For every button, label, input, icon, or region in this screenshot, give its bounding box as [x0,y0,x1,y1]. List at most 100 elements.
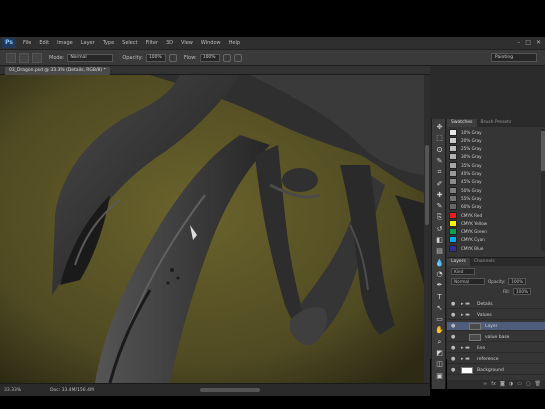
layer-row[interactable]: ● ▸ ▬ line [447,344,545,353]
new-layer-icon[interactable]: ▢ [526,380,531,389]
layer-kind-filter[interactable]: Kind [451,268,475,275]
link-icon[interactable]: ∞ [483,380,487,389]
swatch-item[interactable]: CMYK Cyan [449,236,539,244]
visibility-eye-icon[interactable]: ● [451,366,455,375]
swatch-item[interactable]: 25% Gray [449,145,539,153]
layer-row[interactable]: ● Layer [447,322,545,331]
swatch-item[interactable]: 30% Gray [449,153,539,161]
menu-3d[interactable]: 3D [162,40,177,46]
menu-file[interactable]: File [19,40,35,46]
dodge-icon[interactable]: ◔ [435,270,444,278]
menu-layer[interactable]: Layer [77,40,99,46]
layer-opacity-field[interactable]: 100% [508,278,527,285]
layer-row[interactable]: ● ▸ ▬ reference [447,355,545,364]
layer-row[interactable]: ● ▸ ▬ Details [447,300,545,309]
brush-settings-icon[interactable] [19,52,29,63]
pressure-size-icon[interactable] [233,53,242,62]
trash-icon[interactable]: 🗑 [535,380,541,389]
fx-icon[interactable]: fx [491,380,496,389]
eyedropper-icon[interactable]: ✐ [435,180,444,188]
marquee-icon[interactable]: ⬚ [435,134,444,142]
folder-icon[interactable]: ▸ ▬ [461,355,470,364]
menu-view[interactable]: View [177,40,197,46]
minimize-button[interactable]: – [517,39,520,46]
swatch-item[interactable]: 40% Gray [449,170,539,178]
pressure-opacity-icon[interactable] [168,53,177,62]
swatch-item[interactable]: 45% Gray [449,178,539,186]
brush-icon[interactable]: ✎ [435,202,444,210]
swatch-item[interactable]: 10% Gray [449,128,539,136]
document-tab[interactable]: 03_Dragon.psd @ 33.3% (Details, RGB/8) * [5,67,110,75]
maximize-button[interactable]: □ [525,39,531,46]
healing-icon[interactable]: ✚ [435,191,444,199]
tab-brush-presets[interactable]: Brush Presets [477,119,516,127]
opacity-field[interactable]: 100% [145,53,166,62]
shape-icon[interactable]: ▭ [435,315,444,323]
scrollbar-thumb[interactable] [425,145,429,225]
tab-channels[interactable]: Channels [470,258,499,266]
workspace-select[interactable]: Painting [491,53,537,62]
visibility-eye-icon[interactable]: ● [451,333,455,342]
layer-row[interactable]: ● ▸ ▬ Values [447,311,545,320]
visibility-eye-icon[interactable]: ● [451,300,455,309]
canvas-horizontal-scrollbar[interactable] [200,388,260,392]
folder-icon[interactable]: ▸ ▬ [461,344,470,353]
quick-select-icon[interactable]: ✎ [435,157,444,165]
history-brush-icon[interactable]: ↺ [435,225,444,233]
color-swatch-icon[interactable]: ◩ [435,349,444,357]
swatches-scrollbar[interactable] [541,129,545,251]
pen-icon[interactable]: ✒ [435,281,444,289]
move-icon[interactable]: ✥ [435,123,444,131]
screen-mode-icon[interactable]: ▣ [435,372,444,380]
layer-row[interactable]: ● value base [447,333,545,342]
layer-blend-select[interactable]: Normal [451,278,485,285]
canvas[interactable] [0,75,430,383]
zoom-level[interactable]: 33.33% [4,388,21,393]
menu-filter[interactable]: Filter [142,40,162,46]
gradient-icon[interactable]: ▤ [435,247,444,255]
swatch-item[interactable]: CMYK Blue [449,244,539,252]
flow-field[interactable]: 100% [199,53,220,62]
eraser-icon[interactable]: ◧ [435,236,444,244]
swatch-item[interactable]: 55% Gray [449,194,539,202]
folder-icon[interactable]: ▭ [517,380,522,389]
layer-row[interactable]: ● Background [447,366,545,375]
airbrush-icon[interactable] [222,53,231,62]
crop-icon[interactable]: ⌗ [435,168,444,176]
tab-swatches[interactable]: Swatches [447,119,477,127]
brush-panel-toggle-icon[interactable] [32,52,42,63]
menu-help[interactable]: Help [225,40,244,46]
menu-edit[interactable]: Edit [35,40,53,46]
brush-preset-icon[interactable] [6,52,16,63]
clone-stamp-icon[interactable]: ⎘ [435,213,444,221]
hand-icon[interactable]: ✋ [435,326,444,334]
swatch-item[interactable]: 50% Gray [449,186,539,194]
tab-layers[interactable]: Layers [447,258,470,266]
blur-icon[interactable]: 💧 [435,259,444,267]
adjustment-icon[interactable]: ◑ [509,380,513,389]
visibility-eye-icon[interactable]: ● [451,322,455,331]
folder-icon[interactable]: ▸ ▬ [461,300,470,309]
menu-window[interactable]: Window [197,40,225,46]
type-icon[interactable]: T [435,293,444,301]
visibility-eye-icon[interactable]: ● [451,355,455,364]
path-select-icon[interactable]: ↖ [435,304,444,312]
canvas-vertical-scrollbar[interactable] [424,75,430,383]
swatch-item[interactable]: CMYK Yellow [449,219,539,227]
close-button[interactable]: ✕ [536,39,541,46]
visibility-eye-icon[interactable]: ● [451,344,455,353]
swatch-item[interactable]: CMYK Red [449,211,539,219]
menu-type[interactable]: Type [99,40,118,46]
zoom-icon[interactable]: ⌕ [435,338,444,346]
menu-select[interactable]: Select [118,40,141,46]
swatch-item[interactable]: 35% Gray [449,161,539,169]
swatch-item[interactable]: CMYK Green [449,228,539,236]
mask-icon[interactable]: ◙ [500,380,505,389]
menu-image[interactable]: Image [53,40,77,46]
swatch-item[interactable]: 20% Gray [449,136,539,144]
swatch-item[interactable]: 60% Gray [449,203,539,211]
quick-mask-icon[interactable]: ◫ [435,360,444,368]
lasso-icon[interactable]: ʘ [435,146,444,154]
folder-icon[interactable]: ▸ ▬ [461,311,470,320]
layer-fill-field[interactable]: 100% [513,288,531,295]
